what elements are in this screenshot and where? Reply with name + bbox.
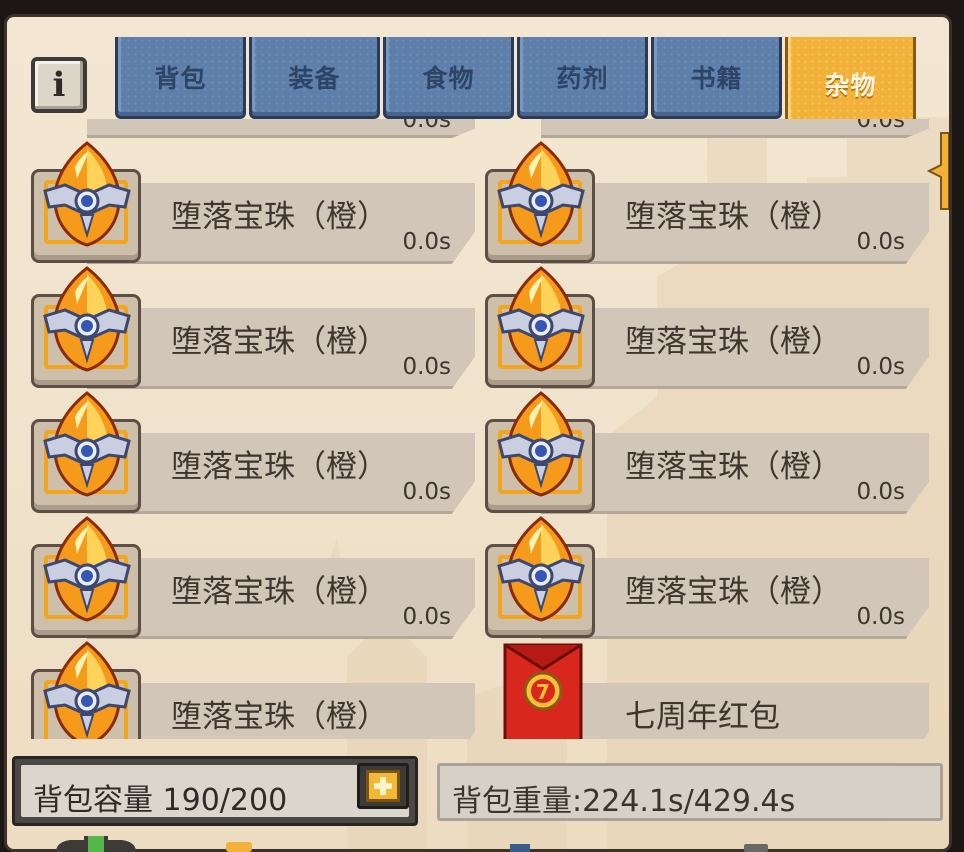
item-name: 堕落宝珠（橙） (171, 699, 388, 735)
item-time: 0.0s (402, 119, 451, 133)
tab-label: 杂物 (824, 70, 877, 100)
bottom-nav-icon[interactable] (56, 836, 136, 852)
orange-fallen-orb-icon (497, 141, 585, 247)
item-time: 0.0s (402, 479, 451, 505)
item-name: 堕落宝珠（橙） (171, 449, 388, 485)
expand-capacity-button[interactable] (357, 763, 409, 809)
bag-weight: 背包重量:224.1s/429.4s (437, 763, 943, 821)
item-time: 0.0s (856, 229, 905, 255)
orange-fallen-orb-icon (43, 391, 131, 497)
list-item[interactable]: 堕落宝珠（橙） 0.0s (31, 389, 477, 514)
list-item[interactable]: 堕落宝珠（橙） 0.0s (31, 139, 477, 264)
tab-label: 食物 (422, 63, 475, 93)
list-item[interactable]: 堕落宝珠（橙） (31, 639, 477, 739)
info-button[interactable]: i (31, 57, 87, 113)
item-name: 堕落宝珠（橙） (625, 574, 842, 610)
item-grid[interactable]: 0.0s 0.0s 堕落宝珠（橙） 0.0s 堕落宝珠（橙） 0.0s 堕落宝珠… (7, 119, 949, 739)
bottom-nav-icon[interactable] (222, 836, 256, 852)
item-name: 堕落宝珠（橙） (625, 199, 842, 235)
item-name: 堕落宝珠（橙） (171, 199, 388, 235)
orange-fallen-orb-icon (43, 141, 131, 247)
item-time: 0.0s (856, 604, 905, 630)
svg-text:7: 7 (536, 680, 550, 704)
item-name: 七周年红包 (625, 699, 780, 735)
tab-label: 药剂 (556, 63, 609, 93)
item-name: 堕落宝珠（橙） (625, 324, 842, 360)
item-time: 0.0s (856, 479, 905, 505)
item-time: 0.0s (402, 354, 451, 380)
capacity-label: 背包容量 190/200 (33, 783, 288, 818)
item-time: 0.0s (402, 229, 451, 255)
list-item[interactable]: 7 七周年红包 (485, 639, 931, 739)
tab-potions[interactable]: 药剂 (517, 37, 648, 119)
tab-label: 书籍 (690, 63, 743, 93)
item-time: 0.0s (402, 604, 451, 630)
item-name: 堕落宝珠（橙） (171, 574, 388, 610)
item-name: 堕落宝珠（橙） (625, 449, 842, 485)
item-name: 堕落宝珠（橙） (171, 324, 388, 360)
tab-label: 背包 (154, 63, 207, 93)
tab-equipment[interactable]: 装备 (249, 37, 380, 119)
orange-fallen-orb-icon (497, 516, 585, 622)
item-time: 0.0s (856, 119, 905, 133)
bottom-nav-icon[interactable] (508, 836, 532, 852)
bottom-nav-icon[interactable] (742, 836, 770, 852)
list-item[interactable]: 堕落宝珠（橙） 0.0s (31, 264, 477, 389)
red-envelope-7-icon: 7 (503, 643, 583, 739)
list-item[interactable]: 堕落宝珠（橙） 0.0s (31, 514, 477, 639)
list-item[interactable]: 堕落宝珠（橙） 0.0s (485, 264, 931, 389)
orange-fallen-orb-icon (497, 266, 585, 372)
orange-fallen-orb-icon (43, 641, 131, 739)
tab-backpack[interactable]: 背包 (115, 37, 246, 119)
tab-food[interactable]: 食物 (383, 37, 514, 119)
bag-capacity: 背包容量 190/200 (12, 756, 418, 826)
weight-label: 背包重量:224.1s/429.4s (452, 784, 796, 819)
inventory-panel: i 背包 装备 食物 药剂 书籍 杂物 0.0s 0.0s 堕落宝珠（橙） 0.… (4, 14, 952, 852)
item-time: 0.0s (856, 354, 905, 380)
tab-books[interactable]: 书籍 (651, 37, 782, 119)
orange-fallen-orb-icon (43, 266, 131, 372)
list-item[interactable]: 堕落宝珠（橙） 0.0s (485, 514, 931, 639)
list-item[interactable]: 堕落宝珠（橙） 0.0s (485, 389, 931, 514)
orange-fallen-orb-icon (497, 391, 585, 497)
category-tabs: 背包 装备 食物 药剂 书籍 杂物 (115, 37, 917, 133)
info-icon: i (52, 65, 66, 105)
plus-icon (366, 770, 400, 802)
tab-label: 装备 (288, 63, 341, 93)
list-item[interactable]: 堕落宝珠（橙） 0.0s (485, 139, 931, 264)
orange-fallen-orb-icon (43, 516, 131, 622)
